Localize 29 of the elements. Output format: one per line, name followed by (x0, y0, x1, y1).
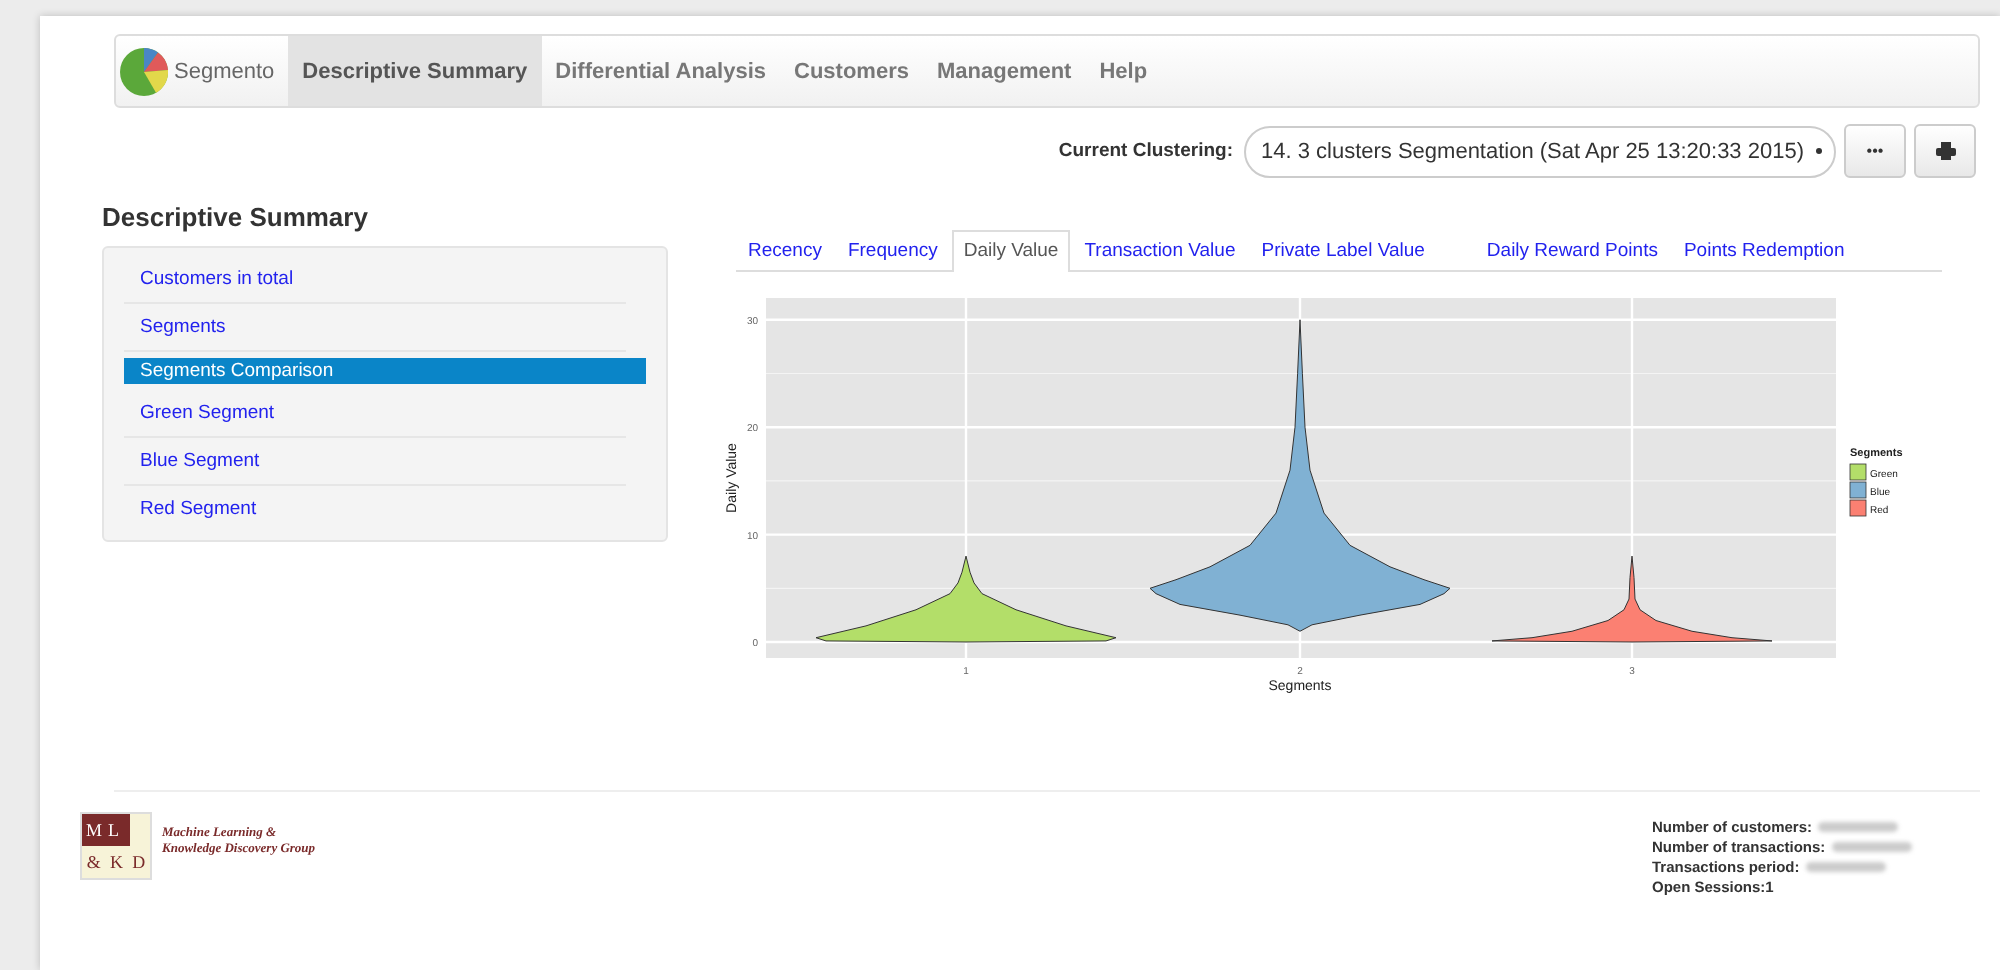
more-button[interactable]: ••• (1844, 124, 1906, 178)
chart-tab[interactable]: Transaction Value (1072, 230, 1248, 270)
nav-tab[interactable]: Help (1085, 36, 1162, 106)
chart-tab[interactable]: Daily Value (951, 230, 1071, 272)
group-logo: M L & K D (80, 812, 152, 880)
nav-tab[interactable]: Differential Analysis (541, 36, 781, 106)
clustering-select[interactable]: 14. 3 clusters Segmentation (Sat Apr 25 13:20:33 2015) (1244, 125, 1836, 177)
chart-tab[interactable]: Private Label Value (1249, 230, 1437, 270)
blurred-value (1831, 841, 1912, 851)
print-button[interactable] (1914, 124, 1976, 178)
nav-tab[interactable]: Management (922, 36, 1086, 106)
brand-name[interactable]: Segmento (174, 59, 275, 83)
chart-tab[interactable]: Daily Reward Points (1474, 230, 1670, 270)
chart-tab[interactable]: Frequency (835, 230, 950, 270)
chart-tab[interactable]: Points Redemption (1671, 230, 1857, 270)
sidebar-item[interactable]: Blue Segment (124, 438, 626, 486)
sidebar-item[interactable]: Green Segment (124, 390, 626, 438)
chart-tab[interactable]: Recency (736, 230, 834, 270)
nav-tab[interactable]: Customers (780, 36, 923, 106)
sidebar-item[interactable]: Segments (124, 304, 626, 352)
page-title: Descriptive Summary (102, 202, 370, 232)
sidebar-item[interactable]: Segments Comparison (124, 358, 646, 384)
sidebar-item[interactable]: Customers in total (124, 256, 626, 304)
sidebar-item[interactable]: Red Segment (124, 486, 626, 532)
nav-tab[interactable]: Descriptive Summary (288, 36, 542, 106)
blurred-value (1805, 861, 1886, 871)
blurred-value (1818, 821, 1899, 831)
clustering-label: Current Clustering: (1058, 140, 1233, 162)
pie-chart-icon (118, 45, 170, 97)
